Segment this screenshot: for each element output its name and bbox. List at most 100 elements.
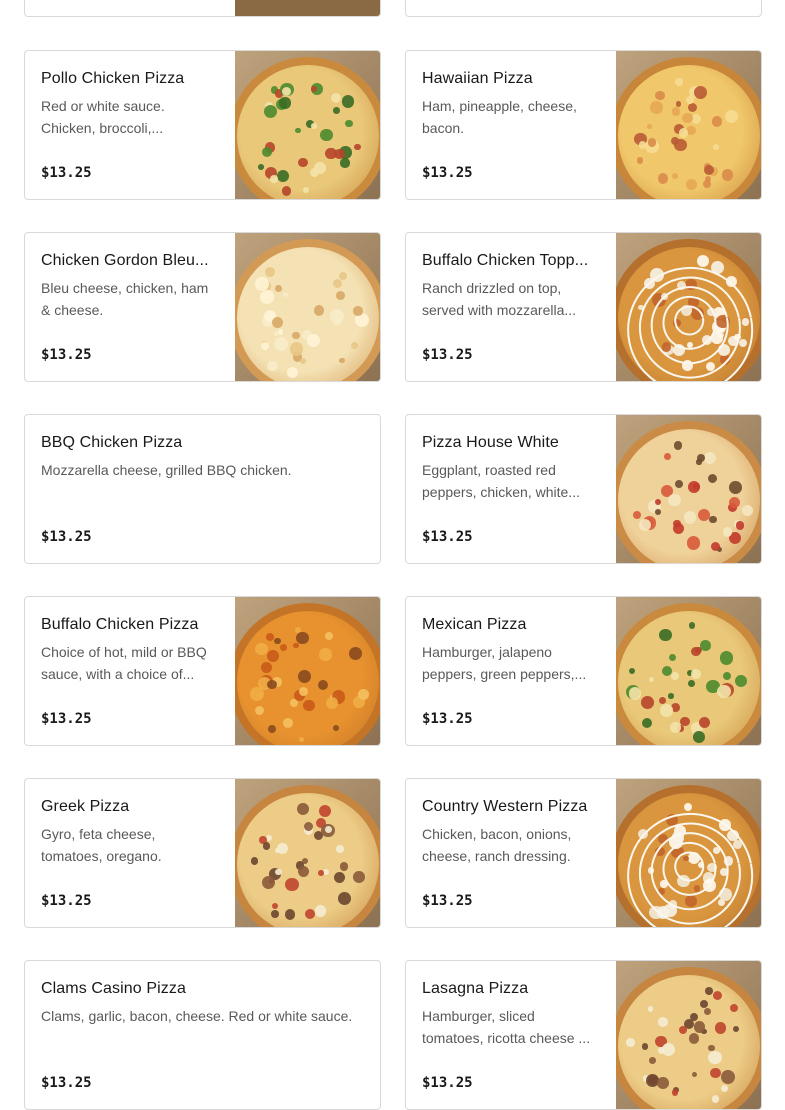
pizza-topping	[708, 1050, 722, 1065]
pizza-topping	[266, 649, 279, 662]
pizza-topping	[721, 168, 734, 181]
menu-item-name: Buffalo Chicken Pizza	[41, 616, 199, 633]
pizza-topping	[283, 718, 293, 728]
menu-item-card[interactable]: Buffalo Chicken Pizza Choice of hot, mild…	[24, 596, 381, 746]
menu-item-description: Bleu cheese, chicken, ham & cheese.	[41, 280, 209, 318]
pizza-topping	[271, 909, 280, 918]
menu-item-name: Mexican Pizza	[422, 616, 527, 633]
pizza-photo-chicken-broccoli	[235, 51, 380, 199]
pizza-photo-mexican	[616, 597, 761, 745]
pizza-topping	[703, 451, 717, 464]
pizza-topping	[311, 85, 317, 92]
menu-item-card[interactable]: Chicken Gordon Bleu... Bleu cheese, chick…	[24, 232, 381, 382]
pizza-topping	[633, 510, 642, 519]
food-photo	[235, 0, 380, 16]
menu-item-name: Lasagna Pizza	[422, 980, 529, 997]
pizza-topping	[638, 141, 646, 149]
ranch-drizzle	[627, 266, 754, 381]
pizza-topping	[284, 877, 299, 892]
pizza-topping	[683, 511, 697, 524]
pizza-topping	[671, 172, 678, 179]
pizza-topping	[658, 1016, 668, 1027]
pizza-topping	[340, 158, 350, 168]
menu-item-info: Pollo Chicken Pizza Red or white sauce. C…	[41, 67, 219, 139]
menu-item-description: Ham, pineapple, cheese, bacon.	[422, 98, 577, 136]
menu-item-card[interactable]: Clams Casino Pizza Clams, garlic, bacon, …	[24, 960, 381, 1110]
pizza-topping	[673, 441, 683, 450]
pizza-topping	[318, 870, 325, 876]
pizza-photo-buffalo-chicken	[235, 597, 380, 745]
menu-item-price: $13.25	[422, 165, 473, 181]
menu-card-partial[interactable]	[405, 0, 762, 17]
menu-item-name: Country Western Pizza	[422, 798, 588, 815]
pizza-topping	[668, 693, 674, 699]
menu-item-card[interactable]: Country Western Pizza Chicken, bacon, oni…	[405, 778, 762, 928]
menu-item-price: $13.25	[41, 711, 92, 727]
pizza-topping	[330, 309, 345, 323]
menu-item-card[interactable]: BBQ Chicken Pizza Mozzarella cheese, gril…	[24, 414, 381, 564]
menu-item-name: Clams Casino Pizza	[41, 980, 186, 997]
pizza-topping	[673, 519, 681, 528]
menu-item-price: $13.25	[422, 893, 473, 909]
pizza-topping	[298, 686, 308, 696]
pizza-topping	[724, 110, 738, 123]
pizza-cheese	[237, 793, 379, 927]
pizza-topping	[299, 357, 306, 365]
pizza-topping	[655, 90, 665, 101]
pizza-topping	[708, 1044, 715, 1051]
pizza-topping	[264, 267, 275, 277]
menu-item-price: $13.25	[422, 529, 473, 545]
menu-item-card[interactable]: Pollo Chicken Pizza Red or white sauce. C…	[24, 50, 381, 200]
pizza-topping	[317, 679, 328, 691]
pizza-topping	[717, 685, 731, 699]
pizza-photo-buffalo-ranch	[616, 233, 761, 381]
pizza-topping	[650, 101, 663, 114]
menu-card-partial[interactable]	[24, 0, 381, 17]
pizza-topping	[700, 640, 711, 651]
menu-item-card[interactable]: Mexican Pizza Hamburger, jalapeno peppers…	[405, 596, 762, 746]
menu-item-card[interactable]: Pizza House White Eggplant, roasted red p…	[405, 414, 762, 564]
pizza-topping	[307, 334, 320, 347]
menu-item-name: Pizza House White	[422, 434, 559, 451]
pizza-topping	[657, 1047, 665, 1054]
pizza-topping	[266, 679, 277, 690]
pizza-topping	[688, 622, 696, 629]
pizza-topping	[693, 730, 705, 743]
pizza-topping	[319, 648, 332, 661]
menu-item-price: $13.25	[41, 1075, 92, 1091]
pizza-topping	[336, 290, 346, 300]
pizza-topping	[263, 104, 277, 119]
pizza-topping	[286, 366, 299, 378]
pizza-topping	[711, 116, 723, 127]
menu-item-info: Clams Casino Pizza Clams, garlic, bacon, …	[41, 977, 364, 1049]
pizza-topping	[292, 331, 300, 340]
pizza-topping	[714, 1021, 727, 1034]
pizza-topping	[254, 705, 264, 715]
pizza-topping	[647, 1006, 653, 1012]
pizza-topping	[668, 493, 681, 507]
pizza-topping	[319, 804, 332, 817]
pizza-topping	[711, 1095, 720, 1103]
pizza-topping	[709, 1067, 721, 1079]
menu-item-card[interactable]: Hawaiian Pizza Ham, pineapple, cheese, ba…	[405, 50, 762, 200]
pizza-topping	[719, 651, 734, 665]
pizza-topping	[628, 667, 635, 674]
pizza-topping	[691, 646, 701, 657]
pizza-topping	[696, 454, 705, 463]
menu-item-card[interactable]: Greek Pizza Gyro, feta cheese, tomatoes, …	[24, 778, 381, 928]
pizza-topping	[655, 508, 662, 515]
pizza-topping	[735, 521, 744, 530]
menu-item-card[interactable]: Buffalo Chicken Topp... Ranch drizzled on…	[405, 232, 762, 382]
pizza-cheese	[237, 65, 379, 199]
pizza-topping	[733, 1025, 740, 1032]
pizza-topping	[729, 481, 742, 495]
pizza-topping	[333, 107, 340, 114]
pizza-topping	[273, 336, 288, 351]
menu-item-info: Lasagna Pizza Hamburger, sliced tomatoes,…	[422, 977, 600, 1049]
pizza-topping	[262, 842, 271, 850]
pizza-topping	[734, 675, 747, 687]
menu-item-card[interactable]: Lasagna Pizza Hamburger, sliced tomatoes,…	[405, 960, 762, 1110]
pizza-topping	[660, 704, 673, 717]
pizza-topping	[320, 128, 333, 142]
pizza-topping	[259, 290, 274, 305]
